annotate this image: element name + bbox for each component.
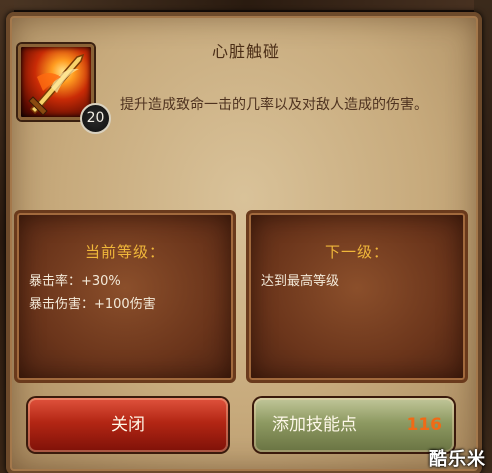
background-scene-top [0, 0, 492, 10]
skill-level-badge: 20 [80, 103, 111, 134]
current-level-line: 暴击率：+30% [29, 274, 121, 289]
current-level-line: 暴击伤害：+100伤害 [29, 297, 156, 312]
skill-description: 提升造成致命一击的几率以及对敌人造成的伤害。 [120, 97, 428, 113]
current-level-box: 当前等级： 暴击率：+30% 暴击伤害：+100伤害 [14, 210, 236, 383]
watermark-logo: 酷乐米 [429, 449, 486, 470]
game-screen: 20 心脏触碰 提升造成致命一击的几率以及对敌人造成的伤害。 当前等级： 暴击率… [0, 0, 492, 473]
current-level-heading: 当前等级： [84, 243, 165, 261]
add-skill-point-button[interactable]: 添加技能点 116 [254, 398, 454, 452]
add-skill-point-label: 添加技能点 [272, 415, 357, 435]
skill-points-count: 116 [406, 415, 443, 435]
next-level-line: 达到最高等级 [261, 274, 340, 289]
next-level-heading: 下一级： [324, 243, 389, 261]
next-level-box: 下一级： 达到最高等级 [246, 210, 468, 383]
close-button[interactable]: 关闭 [28, 398, 228, 452]
skill-title: 心脏触碰 [211, 42, 280, 61]
